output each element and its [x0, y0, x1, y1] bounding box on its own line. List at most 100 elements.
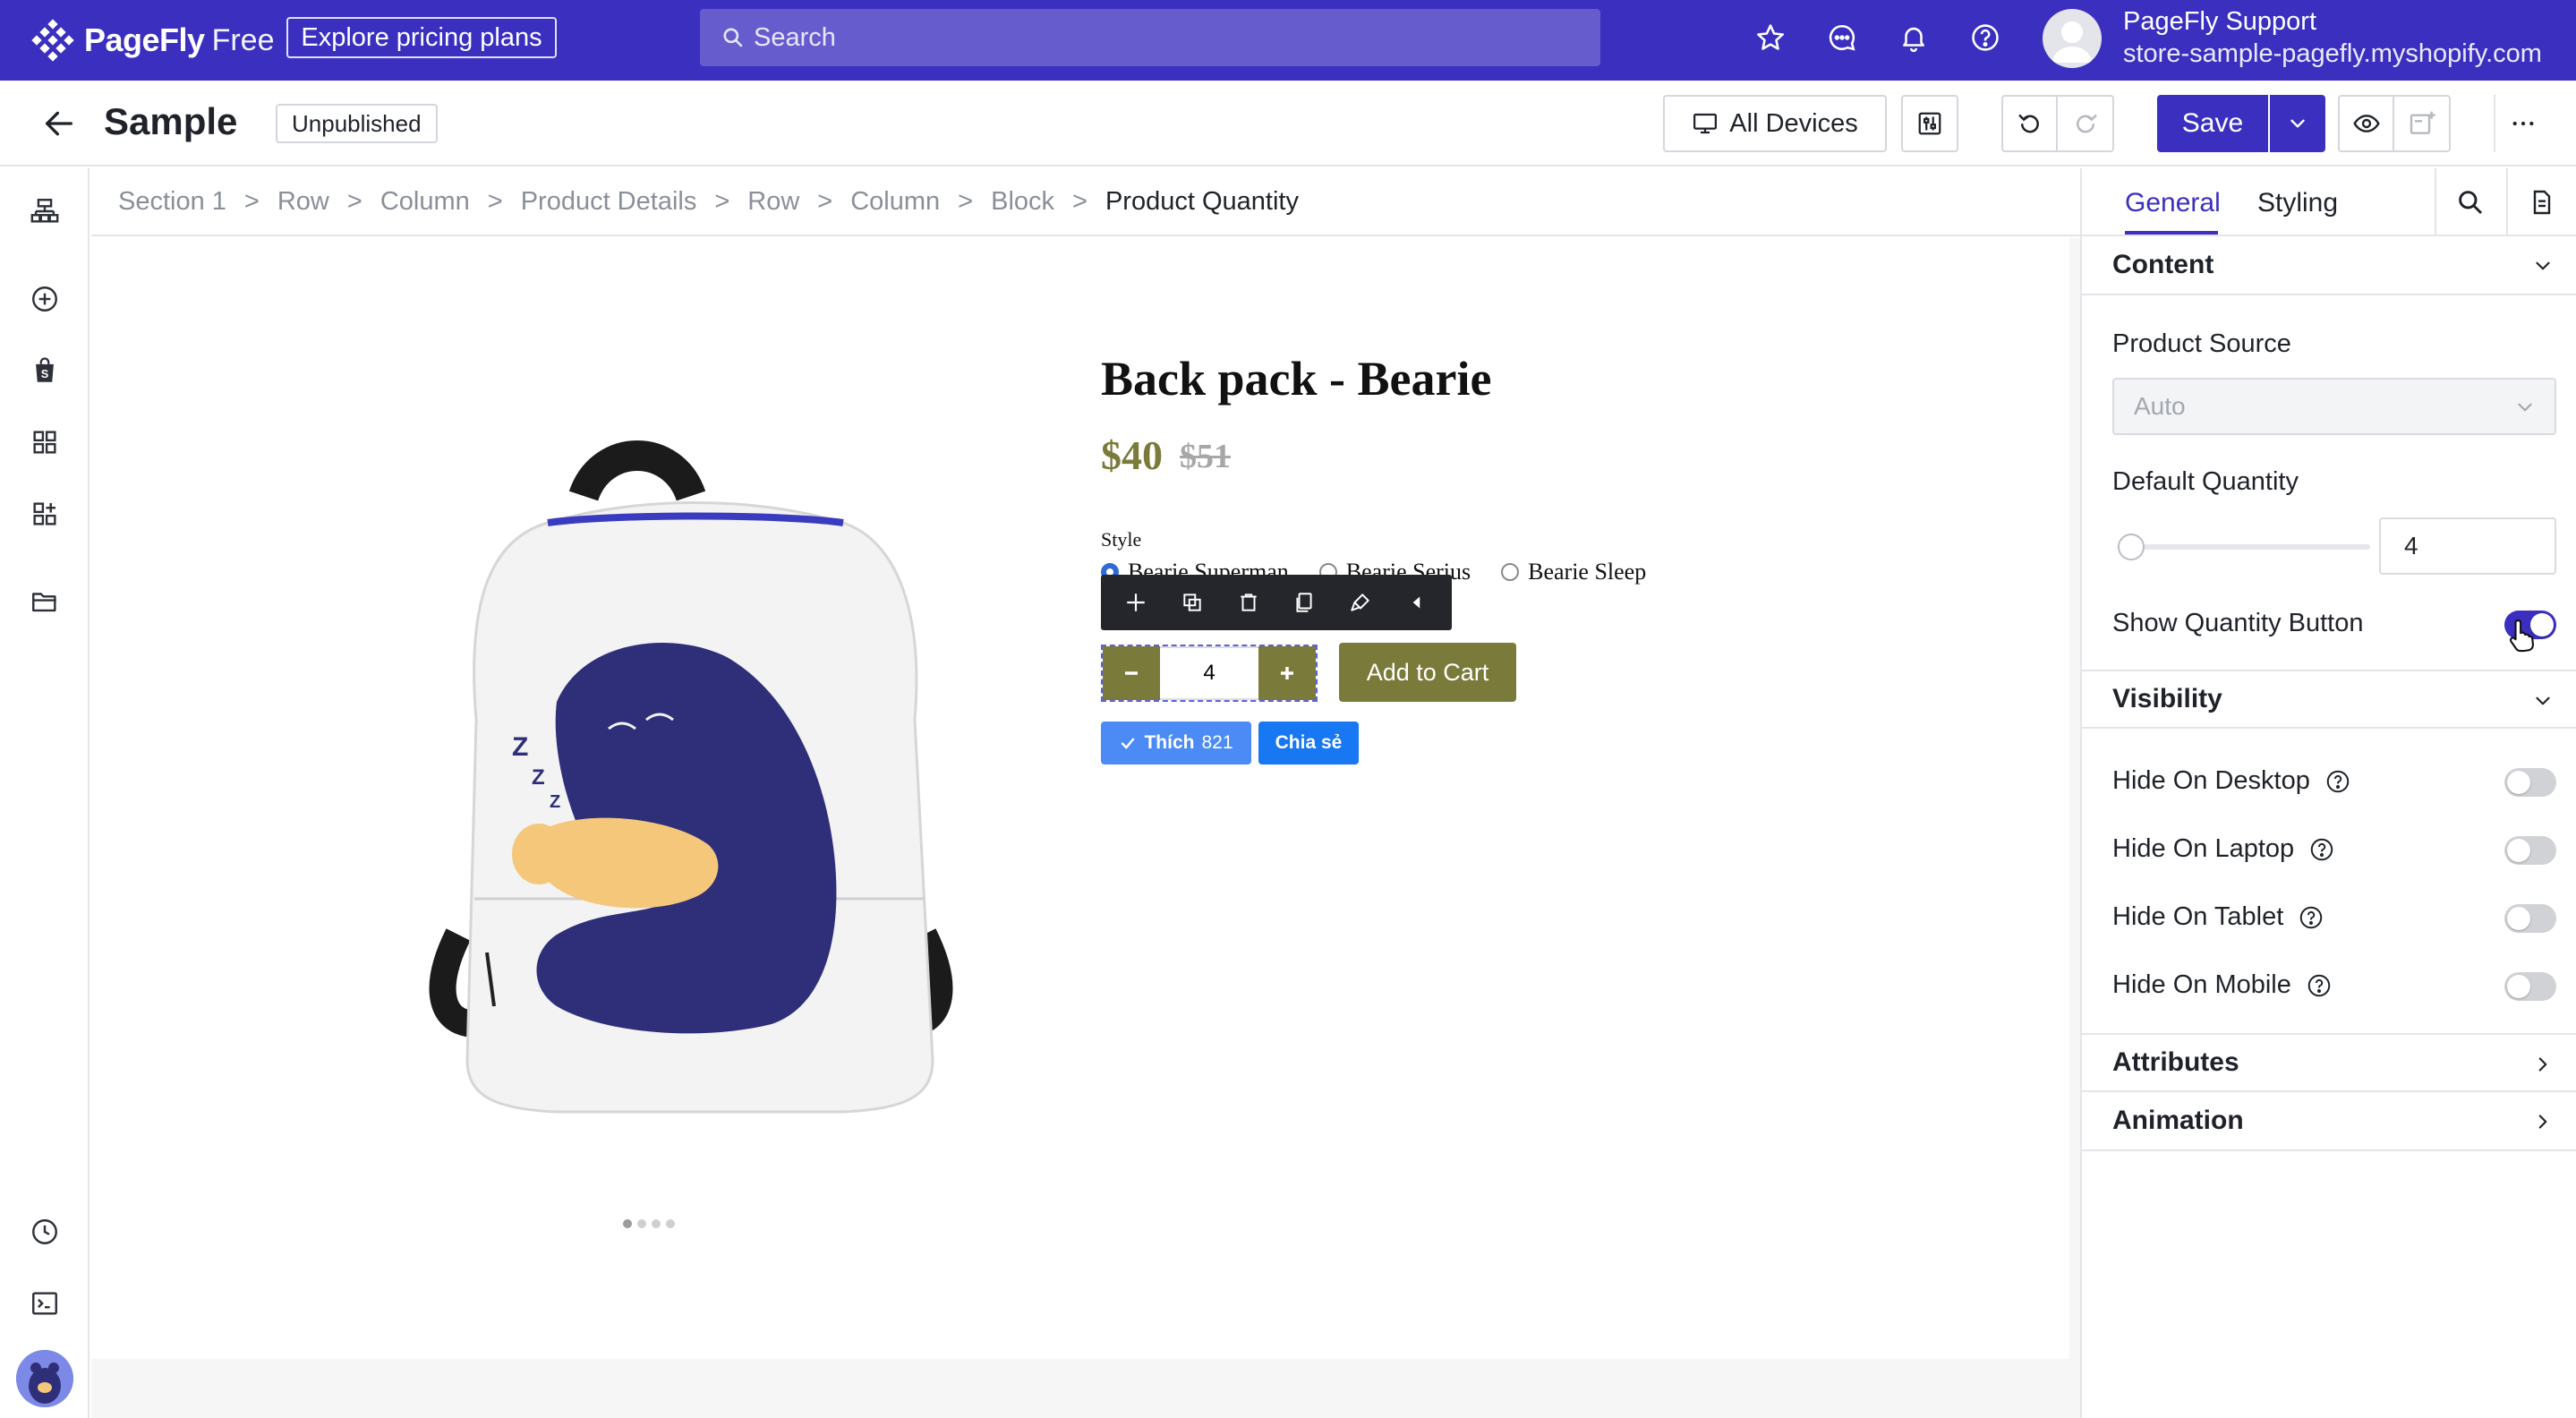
chevron-down-icon	[2518, 403, 2532, 412]
save-options-button[interactable]	[2270, 95, 2325, 152]
slider-dot[interactable]	[623, 1219, 632, 1228]
section-content-title: Content	[2112, 250, 2214, 279]
tab-styling[interactable]: Styling	[2257, 188, 2338, 218]
inspector-tabs: General Styling	[2082, 168, 2576, 236]
product-quantity[interactable]	[1101, 645, 1318, 702]
version-history-button[interactable]	[27, 1214, 63, 1250]
section-content-header[interactable]: Content	[2082, 236, 2576, 295]
help-icon[interactable]	[2298, 904, 2324, 931]
decrease-quantity-button[interactable]	[1103, 646, 1160, 700]
default-quantity-slider-thumb[interactable]	[2118, 534, 2145, 560]
product-title[interactable]: Back pack - Bearie	[1101, 351, 1491, 406]
breadcrumb-column-2[interactable]: Column	[850, 187, 940, 217]
grid-icon	[33, 431, 56, 454]
increase-quantity-button[interactable]	[1258, 646, 1316, 700]
editor-canvas[interactable]: Z Z Z Back pack - Bearie $40 $51 Style B…	[91, 238, 2069, 1359]
slider-dot[interactable]	[666, 1219, 675, 1228]
facebook-share-button[interactable]: Chia sẻ	[1258, 722, 1359, 765]
inspector-document-button[interactable]	[2506, 168, 2576, 236]
help-icon[interactable]	[2324, 768, 2351, 795]
help-button[interactable]	[1967, 20, 2003, 56]
section-attributes-header[interactable]: Attributes	[2082, 1033, 2576, 1092]
page-outline-button[interactable]	[27, 193, 63, 229]
explore-pricing-button[interactable]: Explore pricing plans	[286, 17, 557, 58]
radio[interactable]	[1501, 563, 1520, 581]
more-options-button[interactable]	[2494, 95, 2551, 152]
canvas-scrollbar[interactable]	[2069, 238, 2080, 1418]
section-animation-header[interactable]: Animation	[2082, 1092, 2576, 1151]
pagefly-logo[interactable]: PageFly Free	[30, 18, 274, 63]
canvas-footer-area	[91, 1359, 2080, 1418]
search-input[interactable]	[754, 22, 1559, 53]
hide-on-tablet-label: Hide On Tablet	[2112, 902, 2324, 932]
move-button[interactable]	[1118, 585, 1154, 620]
notifications-button[interactable]	[1896, 20, 1932, 56]
delete-button[interactable]	[1231, 585, 1267, 620]
variant-option[interactable]: Bearie Sleep	[1501, 559, 1646, 585]
facebook-like-button[interactable]: Thích 821	[1101, 722, 1251, 765]
slider-dot[interactable]	[652, 1219, 661, 1228]
page-title[interactable]: Sample	[104, 100, 237, 143]
section-visibility-header[interactable]: Visibility	[2082, 670, 2576, 729]
chat-button[interactable]	[1824, 20, 1860, 56]
breadcrumb-row[interactable]: Row	[277, 187, 329, 217]
pagefly-logo-icon	[31, 19, 74, 62]
global-search[interactable]	[700, 9, 1600, 66]
sliders-icon	[1918, 112, 1941, 135]
publish-button[interactable]	[2394, 97, 2449, 150]
section-visibility-title: Visibility	[2112, 684, 2222, 713]
add-ons-button[interactable]	[27, 496, 63, 532]
hide-on-mobile-label: Hide On Mobile	[2112, 970, 2333, 1000]
undo-button[interactable]	[2003, 97, 2058, 150]
user-name[interactable]: PageFly Support	[2123, 7, 2316, 37]
page-settings-button[interactable]	[1901, 95, 1958, 152]
templates-button[interactable]	[27, 424, 63, 460]
add-to-cart-button[interactable]: Add to Cart	[1339, 643, 1516, 702]
folder-icon	[32, 593, 56, 612]
collapse-toolbar-button[interactable]	[1399, 585, 1435, 620]
duplicate-button[interactable]	[1174, 585, 1210, 620]
product-image[interactable]: Z Z Z	[378, 433, 1022, 1149]
breadcrumb-separator: >	[487, 186, 503, 216]
favorites-button[interactable]	[1753, 20, 1788, 56]
star-icon	[1756, 24, 1785, 50]
breadcrumb-row-2[interactable]: Row	[747, 187, 799, 217]
copy-icon	[1296, 593, 1312, 612]
product-source-select[interactable]: Auto	[2112, 378, 2556, 435]
preview-button[interactable]	[2340, 97, 2394, 150]
default-quantity-input[interactable]	[2379, 517, 2556, 575]
shopify-button[interactable]: S	[27, 353, 63, 389]
help-icon[interactable]	[2308, 836, 2335, 863]
hide-on-laptop-toggle[interactable]	[2504, 836, 2556, 865]
hide-on-tablet-toggle[interactable]	[2504, 904, 2556, 933]
add-element-button[interactable]	[27, 281, 63, 317]
chevron-down-icon	[2536, 696, 2550, 705]
tab-general[interactable]: General	[2125, 188, 2221, 218]
files-button[interactable]	[27, 584, 63, 619]
preview-controls	[2338, 95, 2451, 152]
default-quantity-slider-track[interactable]	[2123, 544, 2370, 550]
breadcrumb-product-details[interactable]: Product Details	[521, 187, 697, 217]
hide-on-desktop-toggle[interactable]	[2504, 768, 2556, 797]
breadcrumb-block[interactable]: Block	[991, 187, 1054, 217]
plan-name: Free	[211, 22, 275, 57]
redo-button[interactable]	[2058, 97, 2112, 150]
save-button[interactable]: Save	[2157, 95, 2268, 152]
back-button[interactable]	[41, 106, 77, 141]
custom-code-button[interactable]	[27, 1286, 63, 1321]
user-avatar[interactable]	[2043, 9, 2102, 68]
help-icon[interactable]	[2306, 972, 2333, 999]
quantity-input[interactable]	[1160, 646, 1258, 700]
device-selector[interactable]: All Devices	[1663, 95, 1887, 152]
breadcrumb-column[interactable]: Column	[380, 187, 470, 217]
style-button[interactable]	[1343, 585, 1378, 620]
account-avatar[interactable]	[16, 1350, 73, 1407]
product-price[interactable]: $40	[1101, 431, 1163, 479]
slider-dot[interactable]	[637, 1219, 646, 1228]
copy-button[interactable]	[1286, 585, 1322, 620]
inspector-search-button[interactable]	[2435, 168, 2504, 236]
hide-on-mobile-toggle[interactable]	[2504, 972, 2556, 1001]
breadcrumb-section[interactable]: Section 1	[118, 187, 226, 217]
store-domain[interactable]: store-sample-pagefly.myshopify.com	[2123, 39, 2542, 69]
product-compare-price[interactable]: $51	[1180, 437, 1231, 476]
